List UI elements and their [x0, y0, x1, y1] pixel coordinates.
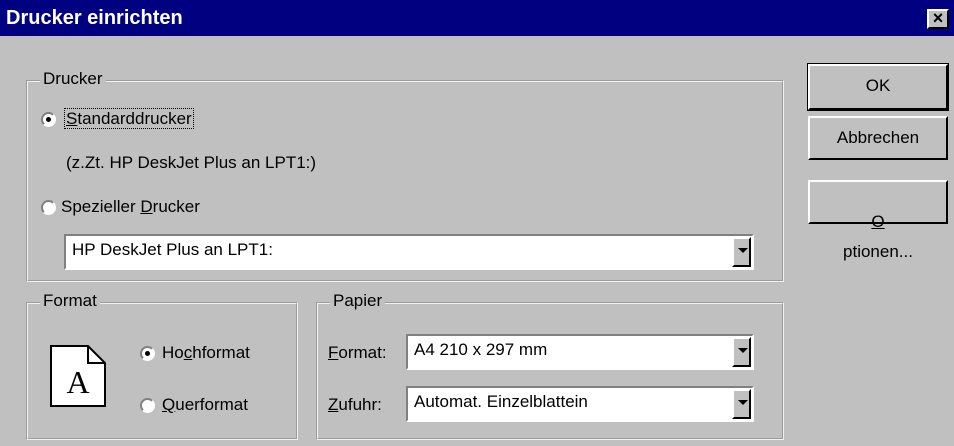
printer-group-legend: Drucker: [40, 69, 106, 89]
format-group-legend: Format: [40, 291, 100, 311]
standard-printer-radio[interactable]: [41, 112, 56, 127]
landscape-radio[interactable]: [140, 398, 155, 413]
close-button[interactable]: ×: [927, 9, 949, 29]
portrait-radio[interactable]: [140, 346, 155, 361]
paper-group-legend: Papier: [330, 291, 386, 311]
dropdown-arrow-icon[interactable]: [732, 337, 751, 367]
page-icon-letter: A: [66, 364, 89, 400]
landscape-label[interactable]: Querformat: [162, 395, 248, 415]
printer-select[interactable]: HP DeskJet Plus an LPT1:: [64, 234, 754, 270]
ok-button[interactable]: OK: [807, 63, 949, 111]
paper-format-select[interactable]: A4 210 x 297 mm: [406, 334, 754, 370]
paper-feed-label: Zufuhr:: [328, 395, 382, 414]
special-printer-label[interactable]: Spezieller Drucker: [61, 197, 200, 217]
special-printer-radio[interactable]: [41, 200, 56, 215]
current-printer-info: (z.Zt. HP DeskJet Plus an LPT1:): [66, 153, 317, 172]
dropdown-arrow-icon[interactable]: [732, 237, 751, 267]
portrait-label[interactable]: Hochformat: [162, 343, 250, 363]
options-button[interactable]: Optionen...: [808, 180, 948, 261]
paper-feed-value: Automat. Einzelblattein: [414, 392, 588, 411]
page-portrait-icon: A: [50, 345, 106, 407]
paper-feed-select[interactable]: Automat. Einzelblattein: [406, 386, 754, 422]
printer-select-value: HP DeskJet Plus an LPT1:: [72, 240, 273, 259]
paper-format-value: A4 210 x 297 mm: [414, 340, 548, 359]
cancel-button[interactable]: Abbrechen: [808, 116, 948, 160]
close-icon: ×: [932, 8, 944, 28]
title-bar: Drucker einrichten ×: [0, 0, 954, 36]
dialog-title: Drucker einrichten: [6, 7, 183, 29]
print-setup-dialog: Drucker einrichten × Drucker Standarddru…: [0, 0, 954, 446]
paper-format-label: Format:: [328, 343, 387, 362]
dropdown-arrow-icon[interactable]: [732, 389, 751, 419]
standard-printer-label[interactable]: Standarddrucker: [64, 108, 194, 129]
